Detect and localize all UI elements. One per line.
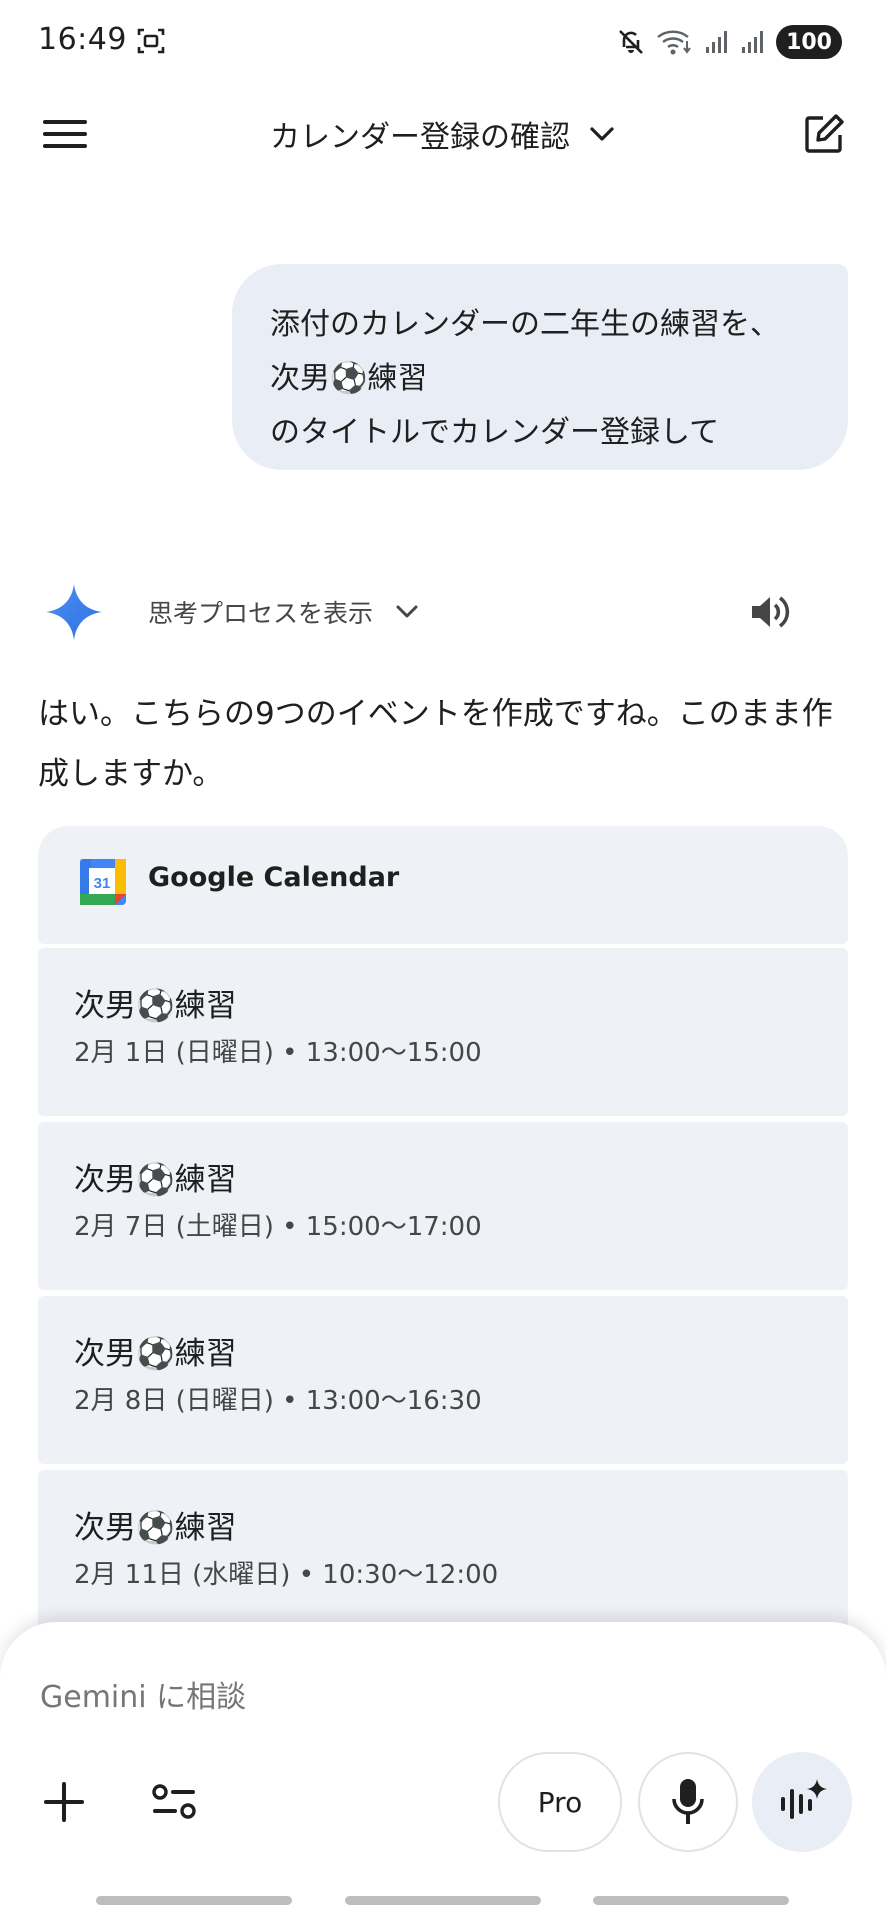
calendar-icon-day: 31: [94, 875, 111, 892]
wifi-icon: [657, 30, 691, 55]
event-title: 次男⚽練習: [74, 988, 237, 1024]
event-time: 2月 8日 (日曜日) • 13:00〜16:30: [74, 1386, 482, 1416]
new-chat-button[interactable]: [800, 110, 848, 158]
show-thinking-toggle[interactable]: 思考プロセスを表示: [148, 592, 419, 632]
gemini-star-icon: [46, 584, 102, 640]
event-card[interactable]: 次男⚽練習 2月 7日 (土曜日) • 15:00〜17:00: [38, 1122, 848, 1290]
input-panel: Pro: [0, 1622, 886, 1920]
user-message-bubble: 添付のカレンダーの二年生の練習を、 次男⚽練習 のタイトルでカレンダー登録して: [232, 264, 848, 470]
response-text: はい。こちらの9つのイベントを作成ですね。このまま作成しますか。: [38, 696, 833, 792]
edit-icon: [805, 114, 844, 153]
event-title: 次男⚽練習: [74, 1162, 237, 1198]
event-card[interactable]: 次男⚽練習 2月 1日 (日曜日) • 13:00〜15:00: [38, 948, 848, 1116]
user-message-line: 次男⚽練習: [270, 361, 428, 396]
live-button[interactable]: [752, 1752, 852, 1852]
status-icons: 100: [616, 24, 842, 60]
plus-icon: [44, 1782, 84, 1822]
conversation-title-dropdown[interactable]: カレンダー登録の確認: [0, 112, 886, 156]
mic-button[interactable]: [638, 1752, 738, 1852]
page-title: カレンダー登録の確認: [270, 120, 570, 155]
status-bar: 16:49 100: [0, 0, 886, 84]
app-bar: カレンダー登録の確認: [0, 96, 886, 172]
user-message-line: のタイトルでカレンダー登録して: [270, 415, 720, 450]
event-card[interactable]: 次男⚽練習 2月 11日 (水曜日) • 10:30〜12:00: [38, 1470, 848, 1638]
google-calendar-icon: 31: [80, 859, 126, 905]
battery-icon: 100: [776, 25, 842, 59]
tools-icon: [152, 1784, 196, 1819]
event-time: 2月 7日 (土曜日) • 15:00〜17:00: [74, 1212, 482, 1242]
nav-handle: [593, 1896, 789, 1905]
thinking-label: 思考プロセスを表示: [148, 599, 374, 628]
event-time: 2月 1日 (日曜日) • 13:00〜15:00: [74, 1038, 482, 1068]
user-message-line: 添付のカレンダーの二年生の練習を、: [270, 307, 780, 342]
signal-icon: [742, 31, 764, 53]
mic-icon: [672, 1779, 704, 1824]
event-time: 2月 11日 (水曜日) • 10:30〜12:00: [74, 1560, 499, 1590]
read-aloud-button[interactable]: [748, 588, 796, 636]
prompt-input[interactable]: [40, 1680, 820, 1715]
chevron-down-icon: [396, 605, 418, 618]
event-title: 次男⚽練習: [74, 1510, 237, 1546]
screenshot-icon: [137, 28, 165, 54]
event-card[interactable]: 次男⚽練習 2月 8日 (日曜日) • 13:00〜16:30: [38, 1296, 848, 1464]
status-time: 16:49: [38, 22, 127, 57]
nav-handle: [345, 1896, 541, 1905]
mute-icon: [619, 30, 643, 54]
chevron-down-icon: [590, 127, 614, 141]
calendar-card-header: 31 Google Calendar: [38, 826, 848, 944]
live-icon: [781, 1779, 827, 1819]
model-pro-button[interactable]: Pro: [498, 1752, 622, 1852]
nav-handle: [96, 1896, 292, 1905]
signal-icon: [706, 31, 728, 53]
tools-button[interactable]: [146, 1774, 202, 1830]
speaker-icon: [752, 596, 790, 628]
event-title: 次男⚽練習: [74, 1336, 237, 1372]
add-attachment-button[interactable]: [36, 1774, 92, 1830]
calendar-title: Google Calendar: [148, 862, 400, 893]
